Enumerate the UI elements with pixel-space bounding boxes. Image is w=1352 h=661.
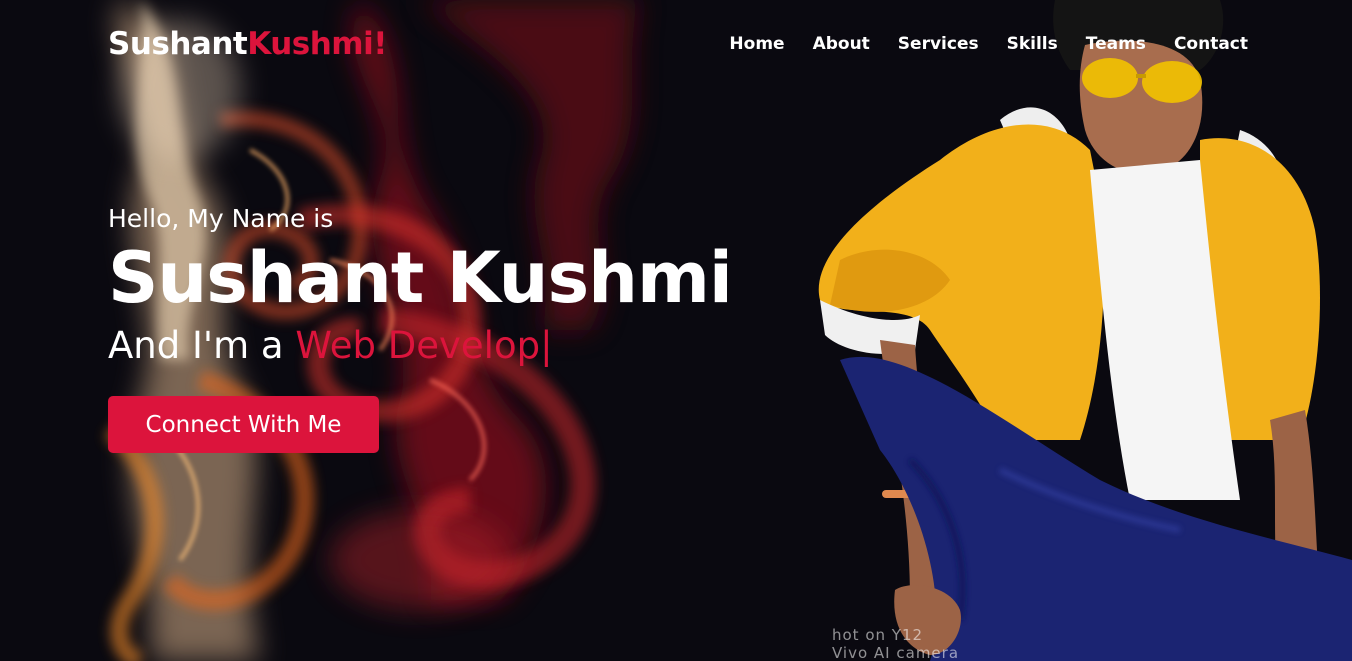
nav-item-home: Home <box>729 34 784 54</box>
brand-first-name: Sushant <box>108 26 248 62</box>
nav-link-about[interactable]: About <box>813 34 870 54</box>
nav-item-about: About <box>813 34 870 54</box>
photo-watermark-line2: Vivo AI camera <box>832 644 960 661</box>
nav-link-home[interactable]: Home <box>729 34 784 54</box>
hero-role: And I'm a Web Develop| <box>108 318 748 374</box>
brand-last-name: Kushmi! <box>247 26 387 62</box>
brand-logo[interactable]: SushantKushmi! <box>108 26 387 62</box>
hero-greeting: Hello, My Name is <box>108 204 334 233</box>
hero-name: Sushant Kushmi <box>108 237 733 319</box>
nav-link-services[interactable]: Services <box>898 34 979 54</box>
nav-menu: Home About Services Skills Teams Contact <box>701 34 1248 54</box>
hero-role-typed: Web Develop <box>295 324 541 367</box>
photo-watermark: hot on Y12 Vivo AI camera <box>832 626 959 661</box>
nav-link-skills[interactable]: Skills <box>1007 34 1058 54</box>
photo-watermark-line1: hot on Y12 <box>832 626 924 644</box>
typing-cursor: | <box>540 324 553 367</box>
nav-item-teams: Teams <box>1086 34 1146 54</box>
hero-content: Hello, My Name is Sushant Kushmi And I'm… <box>108 200 748 453</box>
nav-link-contact[interactable]: Contact <box>1174 34 1248 54</box>
nav-item-services: Services <box>898 34 979 54</box>
hero-section: hot on Y12 Vivo AI camera SushantKushmi!… <box>0 0 1352 661</box>
nav-link-teams[interactable]: Teams <box>1086 34 1146 54</box>
navbar: SushantKushmi! Home About Services Skill… <box>0 0 1352 90</box>
nav-item-skills: Skills <box>1007 34 1058 54</box>
connect-button[interactable]: Connect With Me <box>108 396 379 453</box>
nav-item-contact: Contact <box>1174 34 1248 54</box>
portrait-photo <box>818 0 1352 661</box>
hero-role-prefix: And I'm a <box>108 324 284 367</box>
